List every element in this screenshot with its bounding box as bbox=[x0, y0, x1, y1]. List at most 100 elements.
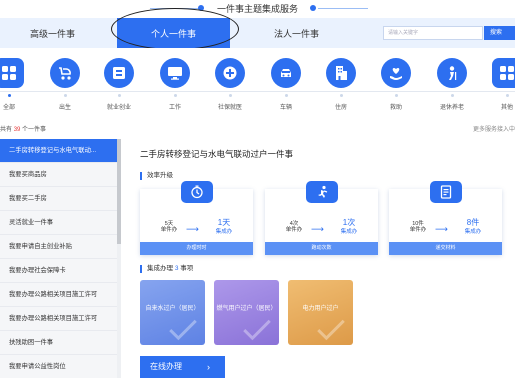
category-label: 其他 bbox=[500, 105, 513, 111]
category-marker bbox=[118, 94, 121, 97]
category-housing[interactable]: 住房 bbox=[321, 58, 361, 111]
category-marker bbox=[174, 94, 177, 97]
category-label: 就业创业 bbox=[106, 105, 131, 111]
matter-title: 二手房转移登记与水电气联动过户一件事 bbox=[140, 149, 294, 159]
integrated-suffix: 事项 bbox=[180, 265, 194, 272]
before-label: 单件办 bbox=[160, 227, 178, 233]
search-button[interactable]: 搜索 bbox=[484, 26, 515, 40]
category-label: 车辆 bbox=[279, 105, 292, 111]
after-value: 1次 bbox=[342, 218, 356, 227]
document-icon bbox=[430, 181, 462, 203]
online-label: 在线办理 bbox=[150, 362, 182, 371]
after-stat: 8件集成办 bbox=[456, 219, 490, 236]
category-row: 全部 出生 就业创业 工作 社保就医 车辆 住房 救助 退休养老 其他 bbox=[0, 48, 515, 116]
before-stat: 4次 单件办 bbox=[277, 221, 311, 233]
list-item[interactable]: 我要办理社会保障卡 bbox=[0, 259, 117, 283]
before-stat: 10件 单件办 bbox=[401, 221, 435, 233]
header-bar: 一件事主题集成服务 bbox=[0, 0, 515, 18]
card-footer: 跑动次数 bbox=[265, 242, 378, 255]
category-label: 工作 bbox=[168, 105, 181, 111]
medical-cross-icon bbox=[215, 58, 245, 88]
list-scrollbar[interactable] bbox=[117, 139, 121, 378]
category-all[interactable]: 全部 bbox=[0, 58, 29, 111]
stat-card-visits: 4次 单件办 ⟶ 1次 集成办 跑动次数 bbox=[265, 181, 378, 255]
building-icon bbox=[326, 58, 356, 88]
before-label: 单件办 bbox=[285, 227, 303, 233]
tab-corporate[interactable]: 法人一件事 bbox=[240, 18, 353, 48]
category-label: 退休养老 bbox=[439, 105, 464, 111]
category-marker bbox=[64, 94, 67, 97]
page-title: 一件事主题集成服务 bbox=[216, 4, 298, 14]
car-icon bbox=[271, 58, 301, 88]
category-social-security[interactable]: 社保就医 bbox=[210, 58, 250, 111]
list-item[interactable]: 我要买商品房 bbox=[0, 163, 117, 187]
highlight-circle bbox=[111, 8, 239, 50]
after-label: 集成办 bbox=[464, 229, 482, 235]
category-label: 住房 bbox=[334, 105, 347, 111]
matter-list: 二手房转移登记与水电气联动... 我要买商品房 我要买二手房 灵活就业一件事 我… bbox=[0, 139, 117, 378]
category-marker bbox=[451, 94, 454, 97]
list-item[interactable]: 我要申请公益性岗位 bbox=[0, 355, 117, 378]
after-value: 8件 bbox=[466, 218, 480, 227]
grid-icon bbox=[0, 58, 24, 88]
list-item[interactable]: 灵活就业一件事 bbox=[0, 211, 117, 235]
category-retirement[interactable]: 退休养老 bbox=[432, 58, 472, 111]
check-icon bbox=[317, 312, 345, 341]
list-item[interactable]: 我要办理公路相关项目施工许可 bbox=[0, 283, 117, 307]
category-assistance[interactable]: 救助 bbox=[376, 58, 416, 111]
before-stat: 5天 单件办 bbox=[152, 221, 186, 233]
category-other[interactable]: 其他 bbox=[487, 58, 515, 111]
runner-icon bbox=[306, 181, 338, 203]
more-services-note: 更多服务接入中 bbox=[472, 127, 515, 133]
search-input[interactable]: 请输入关键字 bbox=[383, 26, 483, 40]
list-item[interactable]: 我要申请自主创业补贴 bbox=[0, 235, 117, 259]
tile-label: 燃气用户过户（居民） bbox=[216, 306, 277, 312]
integrated-prefix: 集成办理 bbox=[147, 265, 173, 272]
tab-advanced[interactable]: 高级一件事 bbox=[0, 18, 105, 48]
category-work[interactable]: 工作 bbox=[155, 58, 195, 111]
clock-icon bbox=[181, 181, 213, 203]
list-item[interactable]: 我要办理公路相关项目施工许可 bbox=[0, 307, 117, 331]
page: 一件事主题集成服务 高级一件事 个人一件事 法人一件事 请输入关键字 搜索 全部… bbox=[0, 0, 515, 378]
category-marker bbox=[229, 94, 232, 97]
service-tile-water[interactable]: 自来水过户（居民） bbox=[140, 280, 205, 345]
count-prefix: 共有 bbox=[0, 127, 13, 133]
category-birth[interactable]: 出生 bbox=[45, 58, 85, 111]
after-label: 集成办 bbox=[340, 229, 358, 235]
service-tile-power[interactable]: 电力用户过户 bbox=[288, 280, 353, 345]
category-marker bbox=[340, 94, 343, 97]
count-suffix: 个一件事 bbox=[22, 127, 47, 133]
arrow-icon: ⟶ bbox=[435, 224, 448, 234]
tab-bar: 高级一件事 个人一件事 法人一件事 请输入关键字 搜索 bbox=[0, 18, 515, 48]
monitor-icon bbox=[160, 58, 190, 88]
list-item[interactable]: 二手房转移登记与水电气联动... bbox=[0, 139, 117, 163]
card-footer: 办理时时 bbox=[140, 242, 253, 255]
tile-label: 自来水过户（居民） bbox=[145, 306, 200, 312]
integrated-heading: 集成办理 3 事项 bbox=[140, 265, 193, 273]
category-employment[interactable]: 就业创业 bbox=[99, 58, 139, 111]
service-tile-gas[interactable]: 燃气用户过户（居民） bbox=[214, 280, 279, 345]
elder-icon bbox=[437, 58, 467, 88]
heart-hand-icon bbox=[381, 58, 411, 88]
category-label: 全部 bbox=[2, 105, 15, 111]
after-stat: 1天 集成办 bbox=[207, 219, 241, 236]
tile-label: 电力用户过户 bbox=[302, 306, 339, 312]
briefcase-icon bbox=[104, 58, 134, 88]
after-label: 集成办 bbox=[215, 229, 233, 235]
category-marker bbox=[395, 94, 398, 97]
more-grid-icon bbox=[492, 58, 515, 88]
list-item[interactable]: 扶残助困一件事 bbox=[0, 331, 117, 355]
online-handle-button[interactable]: 在线办理 › bbox=[140, 356, 225, 378]
scrollbar-thumb[interactable] bbox=[117, 139, 121, 244]
category-vehicle[interactable]: 车辆 bbox=[266, 58, 306, 111]
list-item[interactable]: 我要买二手房 bbox=[0, 187, 117, 211]
stroller-icon bbox=[50, 58, 80, 88]
category-label: 救助 bbox=[389, 105, 402, 111]
integrated-count: 3 bbox=[174, 265, 179, 272]
efficiency-heading: 效率升级 bbox=[140, 172, 173, 180]
header-decoration-right bbox=[318, 8, 368, 9]
stat-card-materials: 10件 单件办 ⟶ 8件集成办 递交材料 bbox=[389, 181, 502, 255]
category-marker bbox=[8, 94, 11, 97]
card-footer: 递交材料 bbox=[389, 242, 502, 255]
check-icon bbox=[243, 312, 271, 341]
